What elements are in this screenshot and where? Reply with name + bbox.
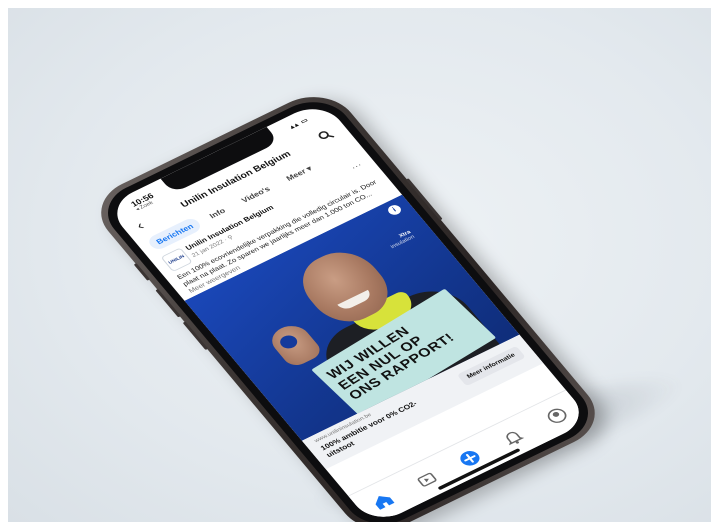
notifications-icon[interactable] — [497, 425, 529, 450]
product-background: 10:56 ◂ Zoek ▴▴ ▭ ‹ Unilin Insulation Be… — [8, 8, 711, 522]
phone-screen: 10:56 ◂ Zoek ▴▴ ▭ ‹ Unilin Insulation Be… — [104, 99, 592, 522]
signal-battery-icon: ▴▴ ▭ — [288, 117, 311, 131]
menu-icon[interactable] — [541, 404, 573, 429]
phone-mockup: 10:56 ◂ Zoek ▴▴ ▭ ‹ Unilin Insulation Be… — [84, 84, 612, 522]
home-icon[interactable] — [367, 488, 399, 513]
post-options-icon[interactable]: ··· — [349, 161, 364, 173]
